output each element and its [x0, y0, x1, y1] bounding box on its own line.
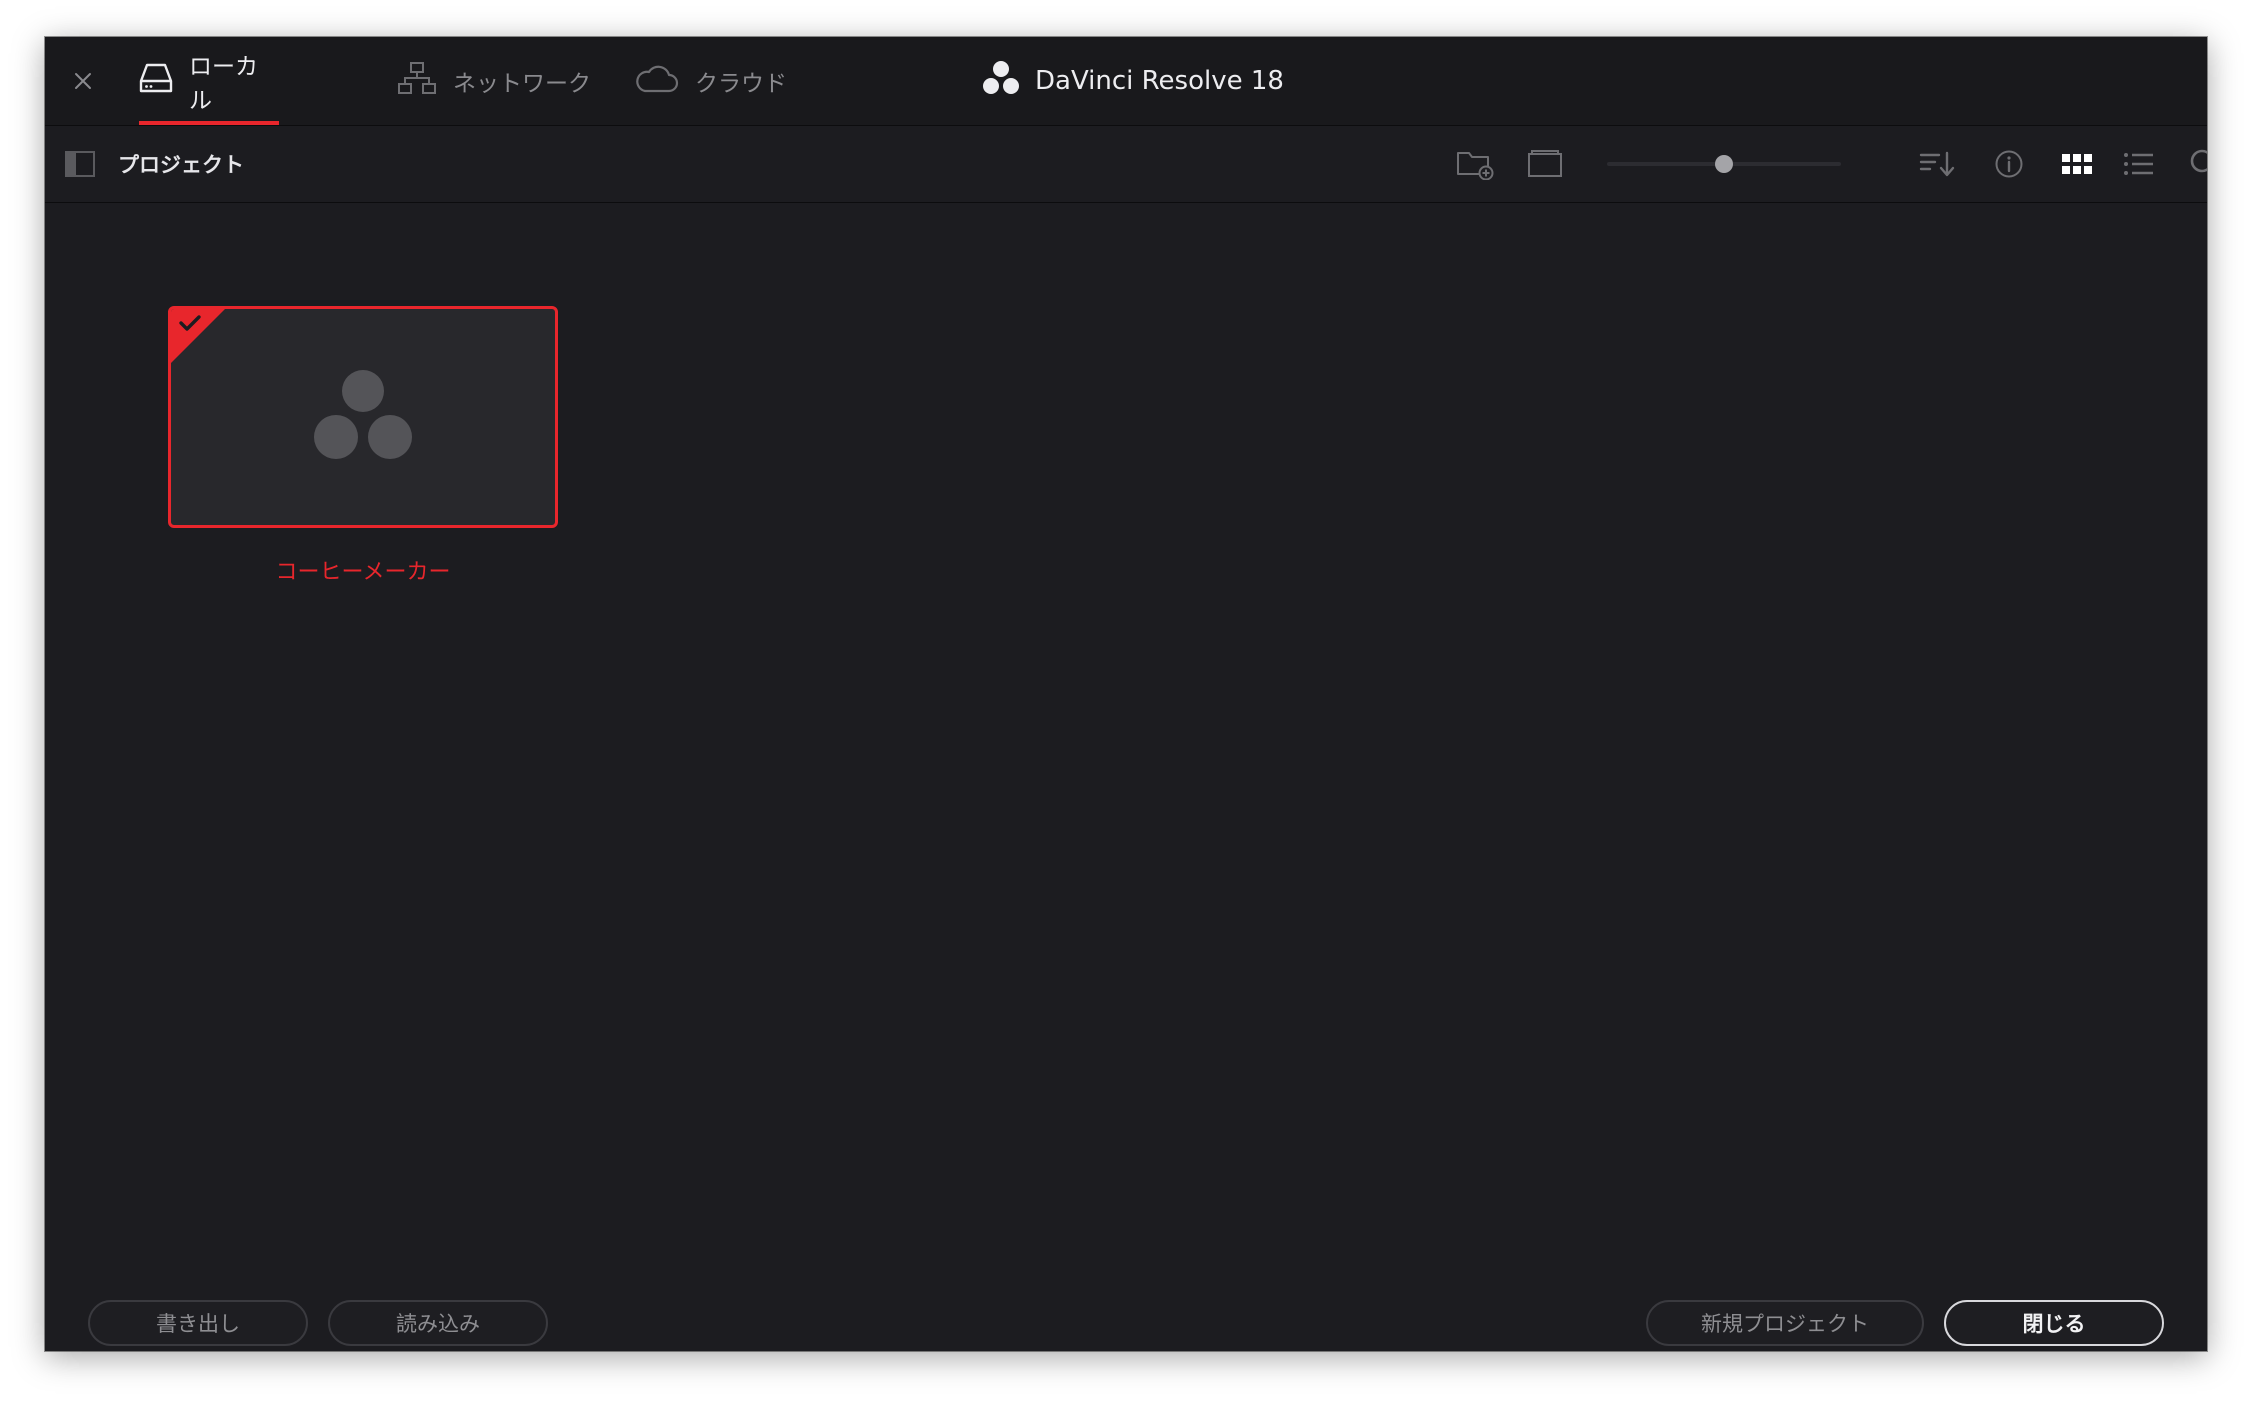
search-icon[interactable] [2185, 144, 2207, 184]
tab-local[interactable]: ローカル [139, 37, 279, 125]
thumbnail-size-slider[interactable] [1607, 155, 1841, 173]
cloud-icon [635, 62, 679, 100]
project-manager-window: ローカル ネットワーク クラウド DaVinci Resolve 18 プロジェ… [45, 37, 2207, 1351]
slider-knob[interactable] [1715, 155, 1733, 173]
app-title-text: DaVinci Resolve 18 [1035, 66, 1284, 96]
tab-network-label: ネットワーク [453, 71, 591, 97]
tab-local-label: ローカル [189, 54, 258, 114]
new-folder-icon[interactable] [1455, 144, 1495, 184]
checkmark-icon [178, 314, 202, 338]
app-title: DaVinci Resolve 18 [981, 37, 1284, 125]
hard-drive-icon [139, 62, 173, 100]
project-name[interactable]: コーヒーメーカー [168, 554, 558, 586]
info-icon[interactable] [1989, 144, 2029, 184]
close-icon[interactable] [65, 63, 101, 99]
list-view-icon[interactable] [2119, 144, 2159, 184]
import-button[interactable]: 読み込み [328, 1300, 548, 1346]
toolbar: プロジェクト [45, 126, 2207, 203]
network-icon [397, 61, 437, 101]
tab-cloud[interactable]: クラウド [613, 37, 809, 125]
thumbnail-view-icon[interactable] [1525, 144, 1565, 184]
davinci-logo-icon [981, 60, 1021, 103]
sidebar-toggle-icon[interactable] [65, 151, 95, 177]
tab-network[interactable]: ネットワーク [375, 37, 613, 125]
close-button[interactable]: 閉じる [1944, 1300, 2164, 1346]
tab-cloud-label: クラウド [695, 71, 787, 97]
breadcrumb: プロジェクト [118, 153, 244, 177]
title-bar: ローカル ネットワーク クラウド DaVinci Resolve 18 [45, 37, 2207, 126]
sort-icon[interactable] [1917, 144, 1957, 184]
grid-view-icon[interactable] [2057, 144, 2097, 184]
export-button[interactable]: 書き出し [88, 1300, 308, 1346]
project-thumbnail[interactable] [168, 306, 558, 528]
davinci-placeholder-icon [313, 369, 413, 465]
new-project-button[interactable]: 新規プロジェクト [1646, 1300, 1924, 1346]
project-tile[interactable]: コーヒーメーカー [168, 306, 558, 586]
project-browser: コーヒーメーカー 書き出し 読み込み 新規プロジェクト 閉じる [45, 203, 2207, 1351]
